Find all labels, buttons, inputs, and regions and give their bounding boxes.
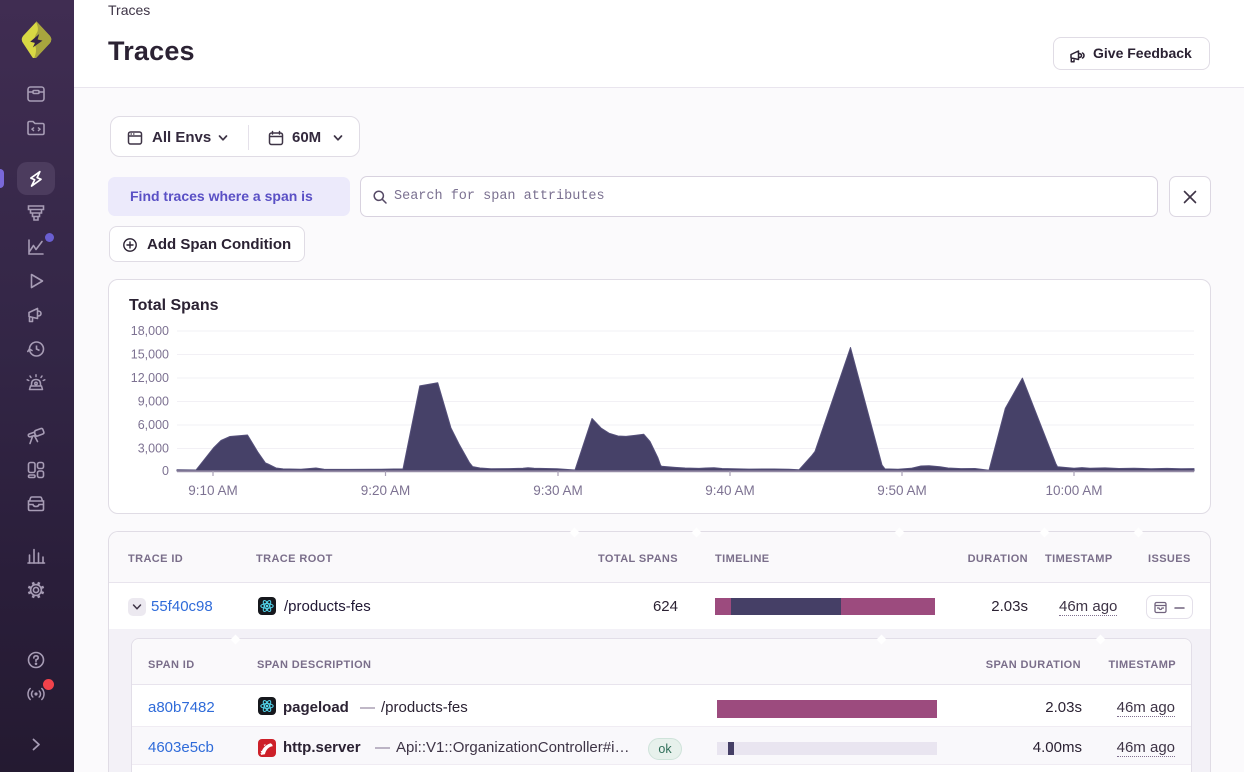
svg-text:15,000: 15,000 bbox=[131, 348, 169, 362]
svg-text:18,000: 18,000 bbox=[131, 324, 169, 338]
svg-text:0: 0 bbox=[162, 464, 169, 478]
svg-text:9:40 AM: 9:40 AM bbox=[705, 483, 755, 498]
svg-text:9:30 AM: 9:30 AM bbox=[533, 483, 583, 498]
svg-text:6,000: 6,000 bbox=[138, 418, 169, 432]
svg-text:9,000: 9,000 bbox=[138, 395, 169, 409]
svg-text:10:00 AM: 10:00 AM bbox=[1045, 483, 1102, 498]
svg-text:3,000: 3,000 bbox=[138, 442, 169, 456]
svg-text:9:20 AM: 9:20 AM bbox=[361, 483, 411, 498]
svg-text:9:50 AM: 9:50 AM bbox=[877, 483, 927, 498]
svg-text:12,000: 12,000 bbox=[131, 371, 169, 385]
svg-text:9:10 AM: 9:10 AM bbox=[188, 483, 238, 498]
